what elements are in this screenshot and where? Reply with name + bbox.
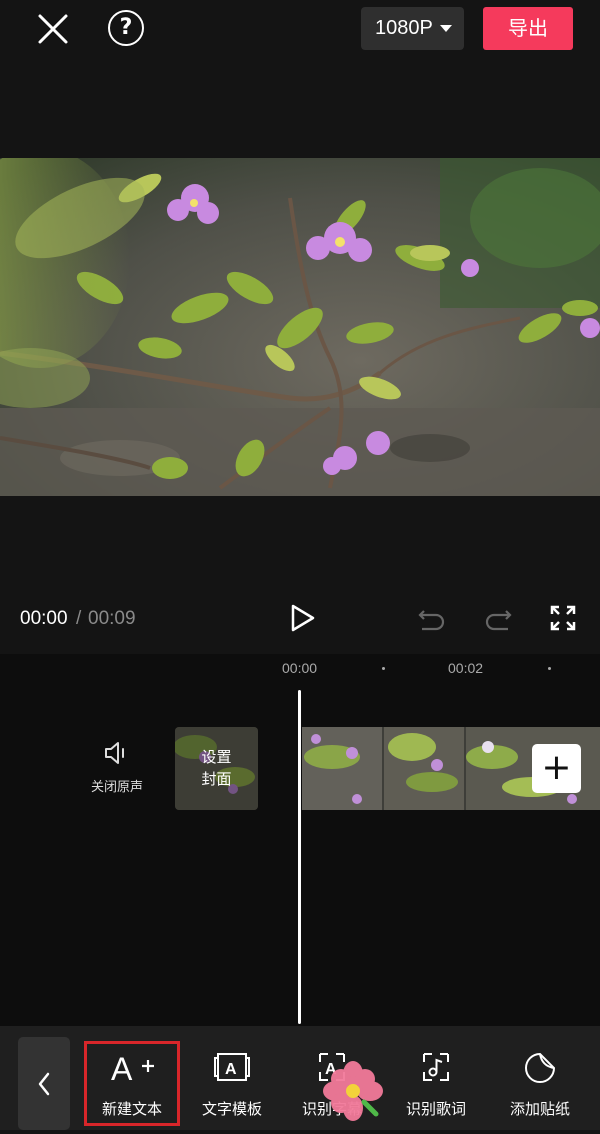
text-template-button[interactable]: A 文字模板 <box>182 1048 282 1128</box>
cover-label-line: 设置 <box>201 748 232 766</box>
text-template-icon: A <box>214 1053 250 1081</box>
clip-frame <box>384 727 464 810</box>
svg-text:A: A <box>111 1051 133 1087</box>
set-cover-label: 设置 封面 <box>175 746 258 790</box>
caret-down-icon <box>440 25 452 32</box>
chevron-left-icon <box>38 1072 50 1096</box>
mute-original-audio-label: 关闭原声 <box>90 780 143 795</box>
resolution-label: 1080P <box>375 17 433 39</box>
help-icon[interactable]: ? <box>108 10 144 46</box>
playhead[interactable] <box>298 690 301 1024</box>
play-icon[interactable] <box>286 602 318 634</box>
cover-label-line: 封面 <box>201 770 232 788</box>
back-button[interactable] <box>18 1037 70 1130</box>
recognize-lyrics-icon <box>423 1053 449 1081</box>
add-sticker-label: 添加贴纸 <box>509 1100 570 1118</box>
sticker-icon <box>525 1052 556 1083</box>
fullscreen-icon[interactable] <box>549 604 577 632</box>
video-preview <box>0 158 600 496</box>
undo-icon[interactable] <box>416 605 446 633</box>
ruler-tick: 00:00 <box>282 660 318 676</box>
recognize-lyrics-button[interactable]: 识别歌词 <box>386 1048 486 1128</box>
mute-original-audio-button[interactable]: 关闭原声 <box>82 740 152 804</box>
total-duration: 00:09 <box>88 608 136 629</box>
clip-frame <box>302 727 382 810</box>
speaker-icon <box>105 742 124 764</box>
watermark-logo <box>322 1060 384 1122</box>
time-separator: / <box>76 608 82 629</box>
current-time: 00:00 <box>20 608 68 629</box>
recognize-lyrics-label: 识别歌词 <box>405 1100 466 1118</box>
resolution-dropdown[interactable]: 1080P <box>361 7 464 50</box>
text-add-icon: A <box>111 1051 154 1087</box>
add-clip-button[interactable]: + <box>532 744 581 793</box>
export-button[interactable]: 导出 <box>483 7 573 50</box>
new-text-label: 新建文本 <box>101 1100 162 1118</box>
add-sticker-button[interactable]: 添加贴纸 <box>490 1048 590 1128</box>
text-template-label: 文字模板 <box>201 1100 262 1118</box>
close-icon[interactable] <box>34 10 72 48</box>
ruler-dot <box>548 667 551 670</box>
new-text-button[interactable]: A 新建文本 <box>82 1048 182 1128</box>
redo-icon[interactable] <box>484 605 514 633</box>
ruler-tick: 00:02 <box>448 660 484 676</box>
svg-text:A: A <box>225 1061 237 1078</box>
ruler-dot <box>382 667 385 670</box>
flower-scene-image <box>0 158 600 496</box>
